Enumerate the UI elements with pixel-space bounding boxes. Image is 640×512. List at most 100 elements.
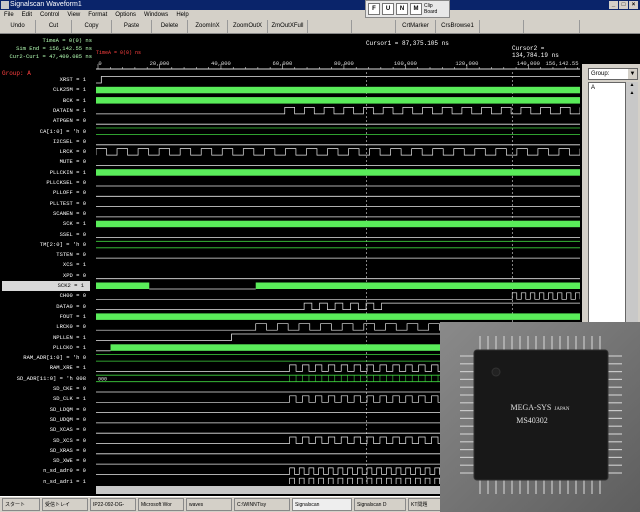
chip-brand: MEGA-SYS (510, 403, 551, 412)
signal-name[interactable]: CH00 = 0 (0, 291, 92, 301)
signal-name[interactable]: XRST = 1 (0, 75, 92, 85)
window-title: Signalscan Waveform1 (10, 1, 82, 8)
chip-origin: JAPAN (554, 407, 569, 412)
app-icon (1, 1, 9, 9)
crtmarker-button[interactable]: CrtMarker (396, 20, 436, 33)
zmoutxfull-button[interactable]: ZmOutXFull (268, 20, 308, 33)
signal-name[interactable]: TM[2:0] = 'h 0 (0, 240, 92, 250)
signal-name[interactable]: SD_LDQM = 0 (0, 405, 92, 415)
signal-name[interactable]: PLLCKO = 1 (0, 343, 92, 353)
signal-fill (96, 86, 580, 94)
menu-format[interactable]: Format (88, 10, 107, 20)
undo-button[interactable]: Undo (0, 20, 36, 33)
signal-wave (96, 76, 580, 84)
signal-name[interactable]: SD_XCAS = 0 (0, 425, 92, 435)
zoominx-button[interactable]: ZoomInX (188, 20, 228, 33)
signal-name[interactable]: PLLCKIN = 1 (0, 168, 92, 178)
taskbar-item[interactable]: Microsoft Wor (138, 498, 184, 511)
signal-name[interactable]: PLLOFF = 0 (0, 188, 92, 198)
axis-ruler (96, 64, 580, 70)
clipboard-tool-3[interactable]: M (410, 3, 422, 15)
signal-name[interactable]: SD_CKE = 0 (0, 384, 92, 394)
start-button[interactable]: スタート (2, 498, 40, 511)
menu-file[interactable]: File (4, 10, 14, 20)
chevron-down-icon[interactable]: ▼ (628, 69, 637, 79)
signal-wave (96, 148, 580, 156)
delete-button[interactable]: Delete (152, 20, 188, 33)
scroll-up-icon[interactable]: ▲ (626, 90, 638, 98)
signal-fill (96, 169, 580, 176)
signal-name[interactable]: DATAIN = 1 (0, 106, 92, 116)
menu-control[interactable]: Control (40, 10, 59, 20)
signal-name[interactable]: PLLCKSEL = 0 (0, 178, 92, 188)
menu-view[interactable]: View (67, 10, 80, 20)
signal-name[interactable]: LRCK0 = 0 (0, 322, 92, 332)
taskbar-item[interactable]: 受信トレイ (42, 498, 88, 511)
signal-wave (96, 107, 580, 115)
chip-image: MEGA-SYS JAPAN MS40302 (440, 322, 640, 512)
signal-name[interactable]: SD_XWE = 0 (0, 456, 92, 466)
signal-fill (96, 97, 580, 104)
signal-name[interactable]: CA[1:0] = 'h 0 (0, 127, 92, 137)
menu-bar: File Edit Control View Format Options Windows H… (0, 10, 640, 20)
group-combo[interactable]: Group: ▼ (588, 68, 638, 80)
clipboard-caption: Clip Board (424, 3, 438, 15)
signal-name[interactable]: BCK = 1 (0, 96, 92, 106)
signal-name[interactable]: SSEL = 0 (0, 230, 92, 240)
signal-name[interactable]: CLK25M = 1 (0, 85, 92, 95)
signal-name[interactable]: SD_UDQM = 0 (0, 415, 92, 425)
signal-name[interactable]: ATPGEN = 0 (0, 116, 92, 126)
signal-name[interactable]: RAM_ADR[1:0] = 'h 0 (0, 353, 92, 363)
signal-name[interactable]: FOUT = 1 (0, 312, 92, 322)
taskbar-item[interactable]: Signalscan (292, 498, 352, 511)
signal-name[interactable]: DATA0 = 0 (0, 302, 92, 312)
window-controls: _ □ × (609, 1, 638, 9)
menu-options[interactable]: Options (115, 10, 136, 20)
maximize-button[interactable]: □ (619, 1, 628, 9)
menu-help[interactable]: Help (176, 10, 188, 20)
menu-edit[interactable]: Edit (22, 10, 32, 20)
signal-name[interactable]: TSTEN = 0 (0, 250, 92, 260)
signal-name[interactable]: SD_XRAS = 0 (0, 446, 92, 456)
disabled-button[interactable] (524, 20, 580, 33)
disabled-button[interactable] (308, 20, 352, 33)
signal-name[interactable]: n_sd_adr1 = 1 (0, 477, 92, 484)
signal-name[interactable]: XCS = 1 (0, 260, 92, 270)
signal-name[interactable]: SD_CLK = 1 (0, 394, 92, 404)
scroll-up-icon[interactable]: ▲ (626, 82, 638, 90)
minimize-button[interactable]: _ (609, 1, 618, 9)
close-button[interactable]: × (629, 1, 638, 9)
clipboard-tool-1[interactable]: U (382, 3, 394, 15)
signal-name[interactable]: SCK2 = 1 (2, 281, 90, 291)
crsbrowse1-button[interactable]: CrsBrowse1 (436, 20, 480, 33)
signal-name[interactable]: LRCK = 0 (0, 147, 92, 157)
signal-fill (255, 282, 580, 289)
copy-button[interactable]: Copy (72, 20, 112, 33)
signal-name[interactable]: NPLLEN = 1 (0, 333, 92, 343)
signal-name[interactable]: SCK = 1 (0, 219, 92, 229)
signal-name[interactable]: I2CSEL = 0 (0, 137, 92, 147)
taskbar-item[interactable]: Signalscan D (354, 498, 406, 511)
group-list-item[interactable]: A (591, 85, 623, 91)
disabled-button[interactable] (352, 20, 396, 33)
signal-name[interactable]: XPD = 0 (0, 271, 92, 281)
signal-name[interactable]: PLLTEST = 0 (0, 199, 92, 209)
signal-name[interactable]: n_sd_adr0 = 0 (0, 466, 92, 476)
clipboard-tool-2[interactable]: N (396, 3, 408, 15)
taskbar-item[interactable]: waves (186, 498, 232, 511)
signal-name[interactable]: RAM_XRE = 1 (0, 363, 92, 373)
menu-windows[interactable]: Windows (144, 10, 168, 20)
taskbar-item[interactable]: IP22-092-DG- (90, 498, 136, 511)
zoomoutx-button[interactable]: ZoomOutX (228, 20, 268, 33)
disabled-button[interactable] (480, 20, 524, 33)
clipboard-tool-0[interactable]: F (368, 3, 380, 15)
cut-button[interactable]: Cut (36, 20, 72, 33)
signal-name[interactable]: MUTE = 0 (0, 157, 92, 167)
time-a-label: TimeA = 0(0) ns (42, 37, 92, 44)
signal-name[interactable]: SD_XCS = 0 (0, 436, 92, 446)
signal-name[interactable]: SCANEN = 0 (0, 209, 92, 219)
cursor-delta-label: Cur2-Cur1 = 47,409.085 ns (9, 53, 92, 60)
taskbar-item[interactable]: C:\WINNT\sy (234, 498, 290, 511)
signal-name[interactable]: SD_ADR[11:0] = 'h 008 (0, 374, 92, 384)
paste-button[interactable]: Paste (112, 20, 152, 33)
